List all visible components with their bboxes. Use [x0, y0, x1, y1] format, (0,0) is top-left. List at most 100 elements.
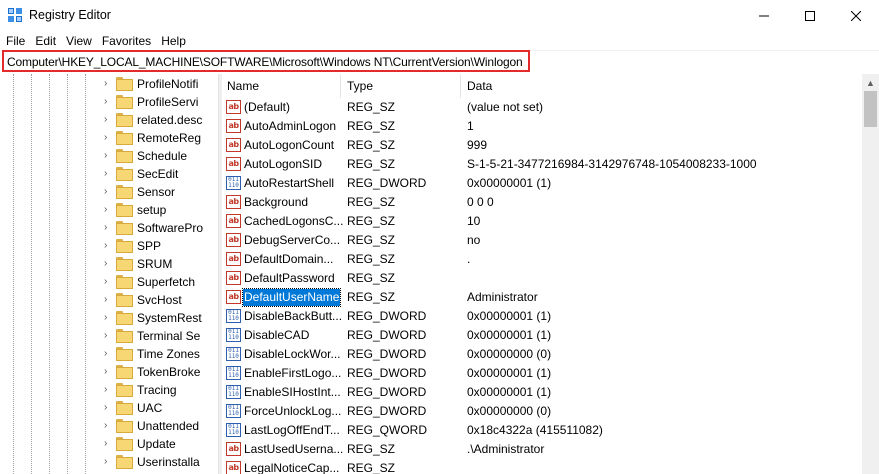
- value-name[interactable]: DisableBackButt...: [243, 308, 343, 325]
- tree-item[interactable]: › ProfileNotifi: [0, 75, 218, 93]
- tree-item[interactable]: › Superfetch: [0, 273, 218, 291]
- tree-item[interactable]: › related.desc: [0, 111, 218, 129]
- column-divider[interactable]: [460, 74, 461, 98]
- scroll-up-icon[interactable]: ▲: [862, 74, 879, 91]
- scrollbar-thumb[interactable]: [864, 91, 877, 127]
- value-row[interactable]: ab AutoAdminLogon REG_SZ 1: [222, 117, 862, 136]
- address-path[interactable]: Computer\HKEY_LOCAL_MACHINE\SOFTWARE\Mic…: [7, 55, 523, 69]
- expand-chevron-icon[interactable]: ›: [104, 96, 114, 108]
- value-row[interactable]: ab LegalNoticeCap... REG_SZ: [222, 459, 862, 474]
- address-bar[interactable]: Computer\HKEY_LOCAL_MACHINE\SOFTWARE\Mic…: [2, 50, 530, 72]
- expand-chevron-icon[interactable]: ›: [104, 222, 114, 234]
- minimize-button[interactable]: [741, 0, 787, 31]
- expand-chevron-icon[interactable]: ›: [104, 78, 114, 90]
- close-button[interactable]: [833, 0, 879, 31]
- value-name[interactable]: CachedLogonsC...: [243, 213, 344, 230]
- values-list[interactable]: Name Type Data ab (Default) REG_SZ (value n…: [222, 74, 862, 474]
- value-name[interactable]: (Default): [243, 99, 291, 116]
- expand-chevron-icon[interactable]: ›: [104, 312, 114, 324]
- expand-chevron-icon[interactable]: ›: [104, 132, 114, 144]
- tree-item[interactable]: › Schedule: [0, 147, 218, 165]
- expand-chevron-icon[interactable]: ›: [104, 402, 114, 414]
- tree-item[interactable]: › TokenBroke: [0, 363, 218, 381]
- column-header-data[interactable]: Data: [467, 79, 492, 93]
- expand-chevron-icon[interactable]: ›: [104, 366, 114, 378]
- expand-chevron-icon[interactable]: ›: [104, 438, 114, 450]
- value-row[interactable]: 011 110 EnableSIHostInt... REG_DWORD 0x0000…: [222, 383, 862, 402]
- value-name[interactable]: AutoRestartShell: [243, 175, 335, 192]
- tree-item[interactable]: › SystemRest: [0, 309, 218, 327]
- menu-favorites[interactable]: Favorites: [97, 32, 156, 50]
- value-row[interactable]: 011 110 DisableLockWor... REG_DWORD 0x00000…: [222, 345, 862, 364]
- expand-chevron-icon[interactable]: ›: [104, 330, 114, 342]
- value-name[interactable]: AutoAdminLogon: [243, 118, 337, 135]
- tree-item[interactable]: › ProfileServi: [0, 93, 218, 111]
- expand-chevron-icon[interactable]: ›: [104, 348, 114, 360]
- expand-chevron-icon[interactable]: ›: [104, 186, 114, 198]
- column-header-type[interactable]: Type: [347, 79, 373, 93]
- value-name[interactable]: LastUsedUserna...: [243, 441, 344, 458]
- value-row[interactable]: ab LastUsedUserna... REG_SZ .\Administrator: [222, 440, 862, 459]
- value-name[interactable]: DefaultPassword: [243, 270, 336, 287]
- expand-chevron-icon[interactable]: ›: [104, 240, 114, 252]
- value-name[interactable]: AutoLogonCount: [243, 137, 335, 154]
- value-name[interactable]: LegalNoticeCap...: [243, 460, 340, 474]
- value-row[interactable]: ab AutoLogonSID REG_SZ S-1-5-21-3477216984-…: [222, 155, 862, 174]
- menu-file[interactable]: File: [0, 32, 30, 50]
- tree-item[interactable]: › Userinstalla: [0, 453, 218, 471]
- vertical-scrollbar[interactable]: ▲: [862, 74, 879, 474]
- tree-item[interactable]: › UAC: [0, 399, 218, 417]
- value-row[interactable]: 011 110 AutoRestartShell REG_DWORD 0x000000…: [222, 174, 862, 193]
- expand-chevron-icon[interactable]: ›: [104, 420, 114, 432]
- value-name[interactable]: ForceUnlockLog...: [243, 403, 342, 420]
- tree-item[interactable]: › setup: [0, 201, 218, 219]
- tree-item[interactable]: › Tracing: [0, 381, 218, 399]
- column-divider[interactable]: [340, 74, 341, 98]
- value-row[interactable]: ab AutoLogonCount REG_SZ 999: [222, 136, 862, 155]
- value-name[interactable]: DefaultUserName: [241, 288, 342, 307]
- expand-chevron-icon[interactable]: ›: [104, 258, 114, 270]
- column-header-name[interactable]: Name: [227, 79, 259, 93]
- expand-chevron-icon[interactable]: ›: [104, 204, 114, 216]
- value-row[interactable]: 011 110 LastLogOffEndT... REG_QWORD 0x18c43…: [222, 421, 862, 440]
- value-name[interactable]: EnableSIHostInt...: [243, 384, 342, 401]
- tree-item[interactable]: › SoftwarePro: [0, 219, 218, 237]
- expand-chevron-icon[interactable]: ›: [104, 276, 114, 288]
- tree-item[interactable]: › Time Zones: [0, 345, 218, 363]
- address-bar-extension[interactable]: [530, 50, 879, 72]
- expand-chevron-icon[interactable]: ›: [104, 384, 114, 396]
- value-name[interactable]: AutoLogonSID: [243, 156, 323, 173]
- value-name[interactable]: DisableCAD: [243, 327, 310, 344]
- value-name[interactable]: LastLogOffEndT...: [243, 422, 341, 439]
- tree-item[interactable]: › SRUM: [0, 255, 218, 273]
- expand-chevron-icon[interactable]: ›: [104, 150, 114, 162]
- value-row[interactable]: ab Background REG_SZ 0 0 0: [222, 193, 862, 212]
- tree-item[interactable]: › SvcHost: [0, 291, 218, 309]
- value-row[interactable]: 011 110 EnableFirstLogo... REG_DWORD 0x0000…: [222, 364, 862, 383]
- menu-edit[interactable]: Edit: [30, 32, 61, 50]
- tree-item[interactable]: › RemoteReg: [0, 129, 218, 147]
- value-row[interactable]: ab DebugServerCo... REG_SZ no: [222, 231, 862, 250]
- menu-help[interactable]: Help: [156, 32, 191, 50]
- value-row[interactable]: 011 110 DisableCAD REG_DWORD 0x00000001 (1): [222, 326, 862, 345]
- value-name[interactable]: EnableFirstLogo...: [243, 365, 342, 382]
- value-name[interactable]: DefaultDomain...: [243, 251, 334, 268]
- expand-chevron-icon[interactable]: ›: [104, 168, 114, 180]
- value-row[interactable]: ab DefaultPassword REG_SZ: [222, 269, 862, 288]
- value-row[interactable]: ab DefaultUserName REG_SZ Administrator: [222, 288, 862, 307]
- expand-chevron-icon[interactable]: ›: [104, 294, 114, 306]
- value-row[interactable]: 011 110 DisableBackButt... REG_DWORD 0x0000…: [222, 307, 862, 326]
- value-row[interactable]: 011 110 ForceUnlockLog... REG_DWORD 0x00000…: [222, 402, 862, 421]
- value-row[interactable]: ab CachedLogonsC... REG_SZ 10: [222, 212, 862, 231]
- expand-chevron-icon[interactable]: ›: [104, 114, 114, 126]
- maximize-button[interactable]: [787, 0, 833, 31]
- key-tree[interactable]: › ProfileNotifi › ProfileServi › related.desc…: [0, 74, 218, 474]
- value-name[interactable]: Background: [243, 194, 309, 211]
- tree-item[interactable]: › Unattended: [0, 417, 218, 435]
- value-name[interactable]: DebugServerCo...: [243, 232, 341, 249]
- tree-item[interactable]: › SecEdit: [0, 165, 218, 183]
- value-name[interactable]: DisableLockWor...: [243, 346, 342, 363]
- value-row[interactable]: ab DefaultDomain... REG_SZ.: [222, 250, 862, 269]
- tree-item[interactable]: › SPP: [0, 237, 218, 255]
- tree-item[interactable]: › Terminal Se: [0, 327, 218, 345]
